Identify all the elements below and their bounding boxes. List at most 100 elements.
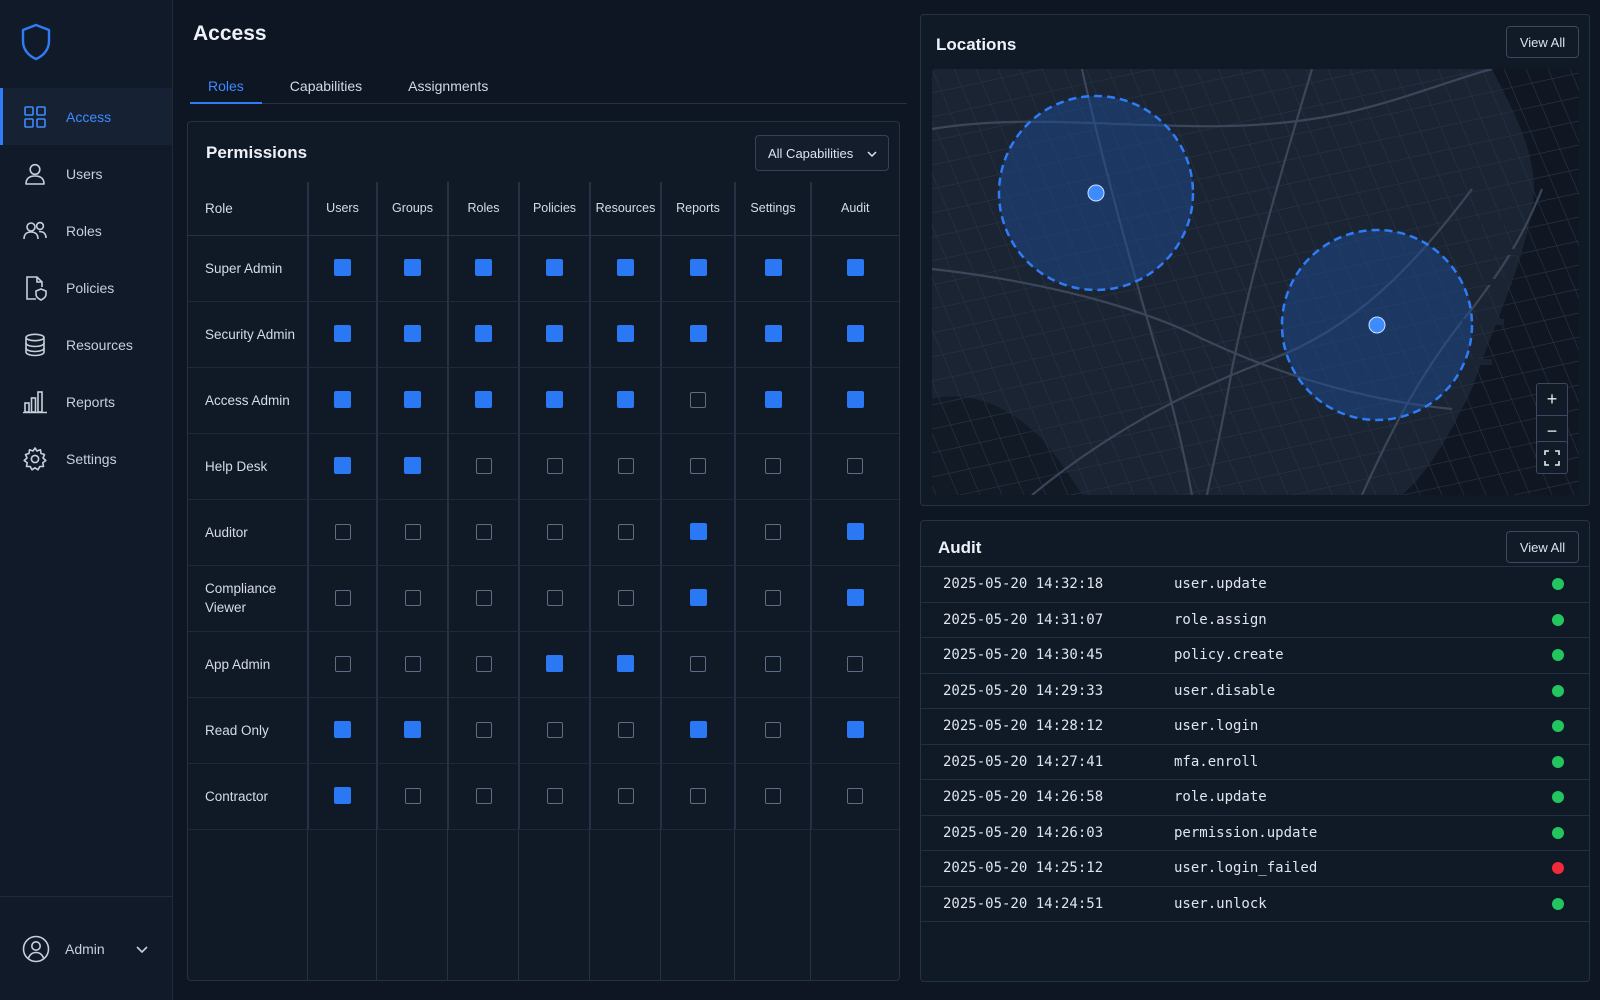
permission-checkbox-resources[interactable] [617,391,634,409]
locations-view-all-button[interactable]: View All [1506,26,1579,58]
permission-checkbox-policies[interactable] [546,457,563,474]
permission-checkbox-audit[interactable] [846,721,864,739]
permission-checkbox-groups[interactable] [404,523,421,540]
audit-row[interactable]: 2025-05-20 14:26:03 permission.update [921,816,1589,851]
chevron-down-icon[interactable] [134,941,150,957]
permission-checkbox-settings[interactable] [765,787,781,804]
sidebar-item-settings[interactable]: Settings [0,430,172,487]
sidebar-item-roles[interactable]: Roles [0,202,172,259]
permission-checkbox-settings[interactable] [765,523,781,540]
permission-checkbox-policies[interactable] [546,259,563,277]
tab-capabilities[interactable]: Capabilities [272,70,380,104]
permission-checkbox-audit[interactable] [846,523,864,541]
permission-checkbox-groups[interactable] [404,457,421,475]
account-menu[interactable]: Admin [0,896,172,1000]
permission-checkbox-policies[interactable] [546,523,563,540]
capabilities-filter-dropdown[interactable]: All Capabilities [755,135,889,171]
permission-checkbox-reports[interactable] [689,259,707,277]
permission-checkbox-reports[interactable] [690,655,706,672]
permission-checkbox-roles[interactable] [475,721,492,738]
audit-row[interactable]: 2025-05-20 14:29:33 user.disable [921,674,1589,709]
sidebar-item-resources[interactable]: Resources [0,316,172,373]
permission-checkbox-users[interactable] [334,457,351,475]
permission-checkbox-policies[interactable] [546,721,563,738]
permission-checkbox-roles[interactable] [475,787,492,804]
permission-checkbox-groups[interactable] [404,787,421,804]
permission-checkbox-policies[interactable] [546,787,563,804]
tab-assignments[interactable]: Assignments [390,70,506,104]
permission-checkbox-resources[interactable] [617,325,634,343]
permission-checkbox-policies[interactable] [546,391,563,409]
sidebar-item-users[interactable]: Users [0,145,172,202]
permission-checkbox-resources[interactable] [617,655,634,673]
permission-checkbox-roles[interactable] [475,259,492,277]
sidebar-item-access[interactable]: Access [0,88,172,145]
permission-checkbox-groups[interactable] [404,259,421,277]
permission-checkbox-resources[interactable] [617,589,634,606]
permission-checkbox-users[interactable] [334,589,351,606]
audit-row[interactable]: 2025-05-20 14:31:07 role.assign [921,603,1589,638]
permission-checkbox-users[interactable] [334,787,351,805]
zoom-in-button[interactable]: + [1537,384,1567,415]
permission-checkbox-roles[interactable] [475,589,492,606]
audit-row[interactable]: 2025-05-20 14:24:51 user.unlock [921,887,1589,922]
audit-row[interactable]: 2025-05-20 14:25:12 user.login_failed [921,851,1589,887]
audit-view-all-button[interactable]: View All [1506,531,1579,563]
permission-checkbox-audit[interactable] [846,589,864,607]
permission-checkbox-audit[interactable] [846,325,864,343]
permission-checkbox-roles[interactable] [475,655,492,672]
permission-checkbox-users[interactable] [334,655,351,672]
permission-checkbox-audit[interactable] [847,457,864,474]
permission-checkbox-reports[interactable] [690,457,706,474]
permission-checkbox-audit[interactable] [846,259,864,277]
tab-roles[interactable]: Roles [190,70,262,104]
permission-checkbox-groups[interactable] [404,655,421,672]
permission-checkbox-resources[interactable] [617,259,634,277]
audit-row[interactable]: 2025-05-20 14:28:12 user.login [921,709,1589,745]
fullscreen-button[interactable] [1537,442,1567,473]
permission-checkbox-groups[interactable] [404,589,421,606]
permission-checkbox-resources[interactable] [617,787,634,804]
permission-checkbox-policies[interactable] [546,589,563,606]
permission-checkbox-users[interactable] [334,325,351,343]
permission-checkbox-audit[interactable] [847,655,864,672]
permission-checkbox-reports[interactable] [690,391,706,408]
audit-row[interactable]: 2025-05-20 14:27:41 mfa.enroll [921,745,1589,780]
permission-checkbox-policies[interactable] [546,655,563,673]
permission-checkbox-reports[interactable] [690,787,706,804]
audit-row[interactable]: 2025-05-20 14:32:18 user.update [921,567,1589,603]
permission-checkbox-resources[interactable] [617,721,634,738]
permission-checkbox-roles[interactable] [475,523,492,540]
permission-checkbox-users[interactable] [334,259,351,277]
permission-checkbox-settings[interactable] [765,457,781,474]
permission-checkbox-roles[interactable] [475,391,492,409]
permission-checkbox-policies[interactable] [546,325,563,343]
permission-checkbox-reports[interactable] [689,721,707,739]
permission-checkbox-resources[interactable] [617,523,634,540]
permission-checkbox-settings[interactable] [765,721,781,738]
permission-checkbox-settings[interactable] [765,655,781,672]
permission-checkbox-settings[interactable] [765,589,781,606]
permission-checkbox-resources[interactable] [617,457,634,474]
sidebar-item-policies[interactable]: Policies [0,259,172,316]
permission-checkbox-audit[interactable] [847,787,864,804]
permission-checkbox-settings[interactable] [764,391,782,409]
permission-checkbox-reports[interactable] [689,589,707,607]
permission-checkbox-reports[interactable] [689,325,707,343]
permission-checkbox-users[interactable] [334,391,351,409]
permission-checkbox-audit[interactable] [846,391,864,409]
permission-checkbox-roles[interactable] [475,457,492,474]
permission-checkbox-users[interactable] [334,523,351,540]
permission-checkbox-groups[interactable] [404,721,421,739]
audit-row[interactable]: 2025-05-20 14:30:45 policy.create [921,638,1589,674]
sidebar-item-reports[interactable]: Reports [0,373,172,430]
permission-checkbox-groups[interactable] [404,391,421,409]
permission-checkbox-reports[interactable] [689,523,707,541]
permission-checkbox-groups[interactable] [404,325,421,343]
permission-checkbox-settings[interactable] [764,325,782,343]
locations-map[interactable]: + − [932,69,1579,495]
permission-checkbox-settings[interactable] [764,259,782,277]
permission-checkbox-users[interactable] [334,721,351,739]
audit-row[interactable]: 2025-05-20 14:26:58 role.update [921,780,1589,816]
permission-checkbox-roles[interactable] [475,325,492,343]
